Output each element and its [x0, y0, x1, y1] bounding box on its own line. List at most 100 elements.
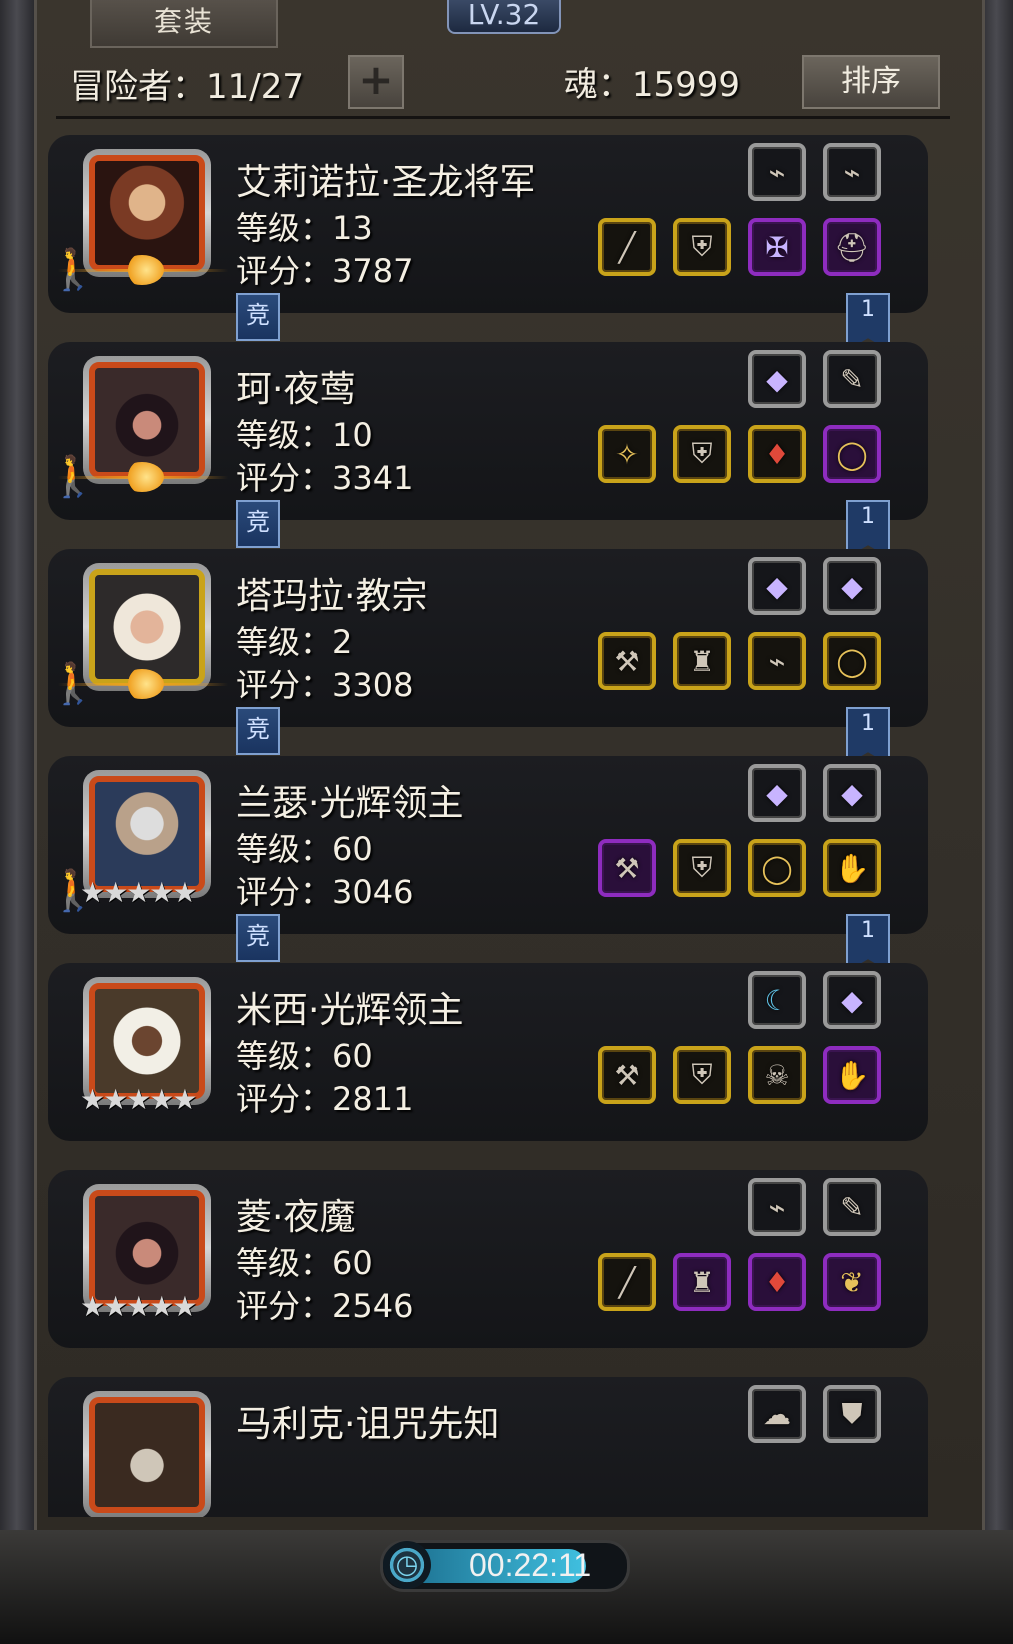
hero-portrait[interactable] — [83, 1391, 211, 1517]
equipment-slot-pendant[interactable]: ♦ — [748, 425, 806, 483]
hero-card[interactable]: ★★★★★ 米西·光辉领主 等级：60 评分：2811 ☾ ◆ ⚒ ⛨ ☠ ✋ — [48, 963, 928, 1141]
equipment-slot-robe[interactable]: ♜ — [673, 632, 731, 690]
hero-name: 马利克·诅咒先知 — [236, 1404, 500, 1445]
equipment-slot-crystal[interactable]: ◆ — [823, 764, 881, 822]
equipment-slot-ring[interactable]: ◯ — [748, 839, 806, 897]
star-rating: ★★★★★ — [80, 1290, 198, 1323]
equipment-slot-amulet[interactable]: ✠ — [748, 218, 806, 276]
header-divider — [56, 116, 950, 119]
compete-tag: 竞 — [236, 500, 280, 548]
equipment-slot-bow[interactable]: ☾ — [748, 971, 806, 1029]
equipment-slot-bracer[interactable]: ⌁ — [823, 143, 881, 201]
equipment-slot-armor[interactable]: ⛨ — [673, 839, 731, 897]
equipment-slot-spear[interactable]: ╱ — [598, 1253, 656, 1311]
equipment-slot-hammer[interactable]: ⚒ — [598, 632, 656, 690]
equipment-slot-armor[interactable]: ⛨ — [673, 1046, 731, 1104]
equipment-slot-armor[interactable]: ⛨ — [673, 425, 731, 483]
equipment-slot-gauntlet[interactable]: ✋ — [823, 839, 881, 897]
equipment-slot-crystal[interactable]: ◆ — [823, 557, 881, 615]
equipment-slot-gauntlet[interactable]: ✋ — [823, 1046, 881, 1104]
hero-level: 等级：60 — [236, 1037, 373, 1075]
hammer-icon: ⚒ — [614, 644, 640, 678]
mask-icon: ☠ — [764, 1058, 790, 1092]
hero-score: 评分：3308 — [236, 666, 414, 704]
hero-card[interactable]: 🚶 珂·夜莺 等级：10 评分：3341 ◆ ✎ ✧ ⛨ ♦ ◯ — [48, 342, 928, 520]
hero-avatar — [89, 983, 205, 1099]
moon-badge-icon — [120, 462, 164, 492]
hero-score: 评分：3341 — [236, 459, 414, 497]
ring-icon: ◯ — [836, 437, 868, 471]
hero-name: 兰瑟·光辉领主 — [236, 783, 464, 824]
hero-list[interactable]: 🚶 艾莉诺拉·圣龙将军 等级：13 评分：3787 ⌁ ⌁ ╱ ⛨ ✠ ⛑ 竞 1 🚶 珂·夜莺 等级：10… — [48, 135, 928, 1517]
equipment-slot-helmet[interactable]: ⛑ — [823, 218, 881, 276]
hero-level: 等级：60 — [236, 830, 373, 868]
equipment-slot-ring[interactable]: ◯ — [823, 425, 881, 483]
sort-button[interactable]: 排序 — [802, 55, 940, 109]
compete-tag: 竞 — [236, 293, 280, 341]
equipment-slot-robe[interactable]: ♜ — [673, 1253, 731, 1311]
hero-avatar — [89, 1397, 205, 1513]
hero-level: 等级：60 — [236, 1244, 373, 1282]
feather-icon: ✎ — [840, 362, 864, 396]
equipment-slot-hammer[interactable]: ⚒ — [598, 839, 656, 897]
moon-badge-icon — [120, 669, 164, 699]
hero-card[interactable]: 🚶 ★★★★★ 兰瑟·光辉领主 等级：60 评分：3046 ◆ ◆ ⚒ ⛨ ◯ ✋ — [48, 756, 928, 934]
spear-icon: ╱ — [618, 1265, 636, 1299]
hero-name: 塔玛拉·教宗 — [236, 576, 428, 617]
hero-score: 评分：2811 — [236, 1080, 414, 1118]
hero-level: 等级：2 — [236, 623, 353, 661]
equipment-slot-bracer[interactable]: ⌁ — [748, 1178, 806, 1236]
star-rating: ★★★★★ — [80, 1083, 198, 1116]
equipment-slot-claw[interactable]: ✧ — [598, 425, 656, 483]
hero-card[interactable]: 🚶 塔玛拉·教宗 等级：2 评分：3308 ◆ ◆ ⚒ ♜ ⌁ ◯ — [48, 549, 928, 727]
hero-avatar — [89, 569, 205, 685]
spear-icon: ╱ — [618, 230, 636, 264]
crystal-icon: ◆ — [841, 983, 863, 1017]
equipment-slot-ring[interactable]: ◯ — [823, 632, 881, 690]
moon-badge-icon — [120, 255, 164, 285]
set-tab[interactable]: 套装 — [90, 0, 278, 48]
hero-name: 菱·夜魔 — [236, 1197, 356, 1238]
helmet-icon: ⛑ — [834, 230, 870, 264]
compete-tag: 竞 — [236, 914, 280, 962]
equipment-slot-pendant[interactable]: ♦ — [748, 1253, 806, 1311]
equipment-slot-crystal[interactable]: ◆ — [823, 971, 881, 1029]
bracer-icon: ⌁ — [768, 1190, 786, 1224]
hero-card[interactable]: ★★★★★ 菱·夜魔 等级：60 评分：2546 ⌁ ✎ ╱ ♜ ♦ ❦ — [48, 1170, 928, 1348]
armor-icon: ⛨ — [691, 1058, 713, 1091]
add-slot-button[interactable]: + — [348, 55, 404, 109]
equipment-slot-bracer[interactable]: ⌁ — [748, 143, 806, 201]
equipment-slot-fur[interactable]: ☁ — [748, 1385, 806, 1443]
clock-icon: ◷ — [383, 1541, 431, 1589]
equipment-slot-hammer[interactable]: ⚒ — [598, 1046, 656, 1104]
hero-card[interactable]: 🚶 艾莉诺拉·圣龙将军 等级：13 评分：3787 ⌁ ⌁ ╱ ⛨ ✠ ⛑ — [48, 135, 928, 313]
equipment-slot-shield[interactable]: ⛊ — [823, 1385, 881, 1443]
armor-icon: ⛨ — [691, 851, 713, 884]
equipment-slot-necklace[interactable]: ❦ — [823, 1253, 881, 1311]
timer-text: 00:22:11 — [469, 1547, 592, 1583]
equipment-slot-bracer[interactable]: ⌁ — [748, 632, 806, 690]
hero-avatar — [89, 155, 205, 271]
equipment-slot-crystal[interactable]: ◆ — [748, 350, 806, 408]
walker-icon: 🚶 — [48, 868, 98, 914]
gauntlet-icon: ✋ — [834, 851, 870, 885]
hero-score: 评分：3787 — [236, 252, 414, 290]
robe-icon: ♜ — [689, 1265, 715, 1299]
equipment-slot-crystal[interactable]: ◆ — [748, 764, 806, 822]
bow-icon: ☾ — [764, 983, 790, 1017]
timer-bar: ◷ 00:22:11 — [380, 1540, 630, 1592]
equipment-slot-feather[interactable]: ✎ — [823, 1178, 881, 1236]
fur-icon: ☁ — [763, 1397, 791, 1431]
equipment-slot-spear[interactable]: ╱ — [598, 218, 656, 276]
necklace-icon: ❦ — [840, 1265, 864, 1299]
hero-level: 等级：10 — [236, 416, 373, 454]
equipment-slot-armor[interactable]: ⛨ — [673, 218, 731, 276]
gauntlet-icon: ✋ — [834, 1058, 870, 1092]
pendant-icon: ♦ — [764, 1265, 790, 1299]
hero-avatar — [89, 362, 205, 478]
hero-card[interactable]: 马利克·诅咒先知 ☁ ⛊ — [48, 1377, 928, 1517]
hero-level: 等级：13 — [236, 209, 373, 247]
equipment-slot-crystal[interactable]: ◆ — [748, 557, 806, 615]
equipment-slot-mask[interactable]: ☠ — [748, 1046, 806, 1104]
equipment-slot-feather[interactable]: ✎ — [823, 350, 881, 408]
